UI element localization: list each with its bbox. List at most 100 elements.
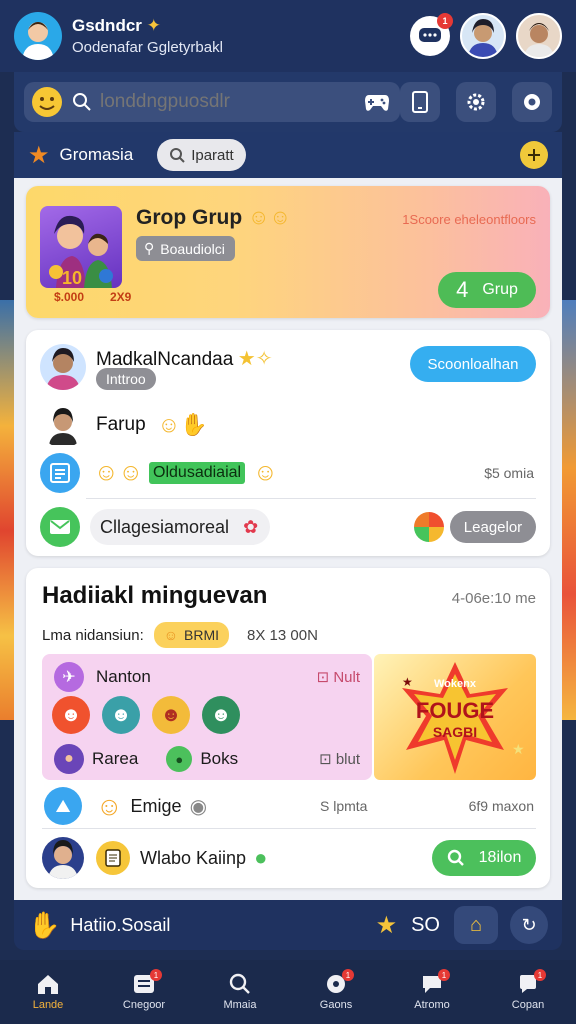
promo-top: Wokenx xyxy=(434,678,476,690)
emoji-row[interactable]: ⛰ ☺ Emige ◉ S lpmta 6f9 maxon xyxy=(26,784,550,828)
person-icon xyxy=(46,348,80,390)
group-chip[interactable]: ⚲ Boaudiolci xyxy=(136,236,235,261)
header-subtitle: Oodenafar Ggletyrbakl xyxy=(72,39,223,56)
add-button[interactable] xyxy=(520,141,548,169)
user-row[interactable]: Wlabo Kaiinp ● 18ilon xyxy=(26,834,550,882)
group-title: Grop Grup ☺☺ xyxy=(136,206,291,230)
document-icon xyxy=(105,849,121,867)
bottom-nav: Lande 1 Cnegoor Mmaia 1 Gaons 1 Atromo 1… xyxy=(0,960,576,1024)
header-title-text: Gsdndcr xyxy=(72,16,142,35)
nav-badge: 1 xyxy=(150,969,162,981)
game-avatar[interactable]: ☻ xyxy=(202,696,240,734)
sparkle-icon: ★✧ xyxy=(237,347,273,370)
sync-icon: ↻ xyxy=(521,914,537,935)
category-row: ★ Gromasia Iparatt xyxy=(14,132,562,178)
join-group-label: Grup xyxy=(482,281,518,298)
settings-button[interactable] xyxy=(512,82,552,122)
nav-badge: 1 xyxy=(534,969,546,981)
nav-category[interactable]: 1 Cnegoor xyxy=(104,969,184,1011)
nav-profile[interactable]: 1 Copan xyxy=(488,969,568,1011)
chat-button[interactable]: 1 xyxy=(410,13,453,56)
friend-info: MadkalNcandaa ★✧ Inttroo xyxy=(96,346,272,390)
shop-button[interactable]: ⌂ xyxy=(454,906,498,944)
category-label: Gromasia xyxy=(59,145,134,164)
action-button[interactable]: Scoonloalhan xyxy=(410,346,536,382)
participant-label-2: Boks xyxy=(200,749,239,768)
game-avatar[interactable]: ☻ xyxy=(152,696,190,734)
group-score: 1Scoore eheleontfloors xyxy=(402,212,536,227)
participant-tag: ⊡ blut xyxy=(319,750,360,768)
tag-icon: ⊡ xyxy=(319,751,332,768)
sync-button[interactable]: ↻ xyxy=(510,906,548,944)
character-icon: ☻ xyxy=(210,703,232,726)
refresh-icon[interactable]: SO xyxy=(411,914,440,937)
search-icon xyxy=(447,849,464,866)
join-button[interactable]: 18ilon xyxy=(432,840,536,876)
participant-label: Nanton xyxy=(96,667,151,686)
person-icon xyxy=(48,840,78,879)
league-button[interactable]: Leagelor xyxy=(450,511,536,543)
search-input[interactable] xyxy=(100,91,364,113)
character-icon: ☻ xyxy=(160,703,182,726)
main-feed: 10 $.000 2X9 Grop Grup ☺☺ ⚲ Boaudiolci 1… xyxy=(14,178,562,900)
event-meta-chip[interactable]: ☺ BRMI xyxy=(153,622,230,648)
star-icon: ★ xyxy=(28,141,50,169)
participant-row: ✈ Nanton xyxy=(54,662,151,692)
coin-price: $.000 xyxy=(54,290,85,304)
backdrop-right xyxy=(560,300,576,720)
character-icon: ☻ xyxy=(110,703,132,726)
coin-count: 2X9 xyxy=(110,290,132,304)
event-participants[interactable]: ✈ Nanton ⊡ Nult ☻ ☻ ☻ ☻ ● Rarea ● Boks ⊡… xyxy=(42,654,372,780)
smiley-icon xyxy=(32,87,62,117)
group-card[interactable]: 10 $.000 2X9 Grop Grup ☺☺ ⚲ Boaudiolci 1… xyxy=(26,186,550,318)
trophy-icon: ✋ xyxy=(28,909,61,940)
promo-main: FOUGE xyxy=(415,698,495,723)
event-title: Hadiiakl minguevan xyxy=(42,582,268,609)
game-avatar[interactable]: ☻ xyxy=(52,696,90,734)
news-button[interactable] xyxy=(40,453,80,493)
star-icon[interactable]: ★ xyxy=(376,911,398,940)
header-actions: 1 xyxy=(410,13,562,59)
group-chip-label: Boaudiolci xyxy=(160,240,225,257)
friend-avatar-1[interactable] xyxy=(460,13,506,59)
message-row[interactable]: Cllagesiamoreal ✿ Leagelor xyxy=(26,504,550,550)
event-meta-label: Lma nidansiun: xyxy=(42,626,144,644)
avatar-group: ☻ ☻ ☻ ☻ xyxy=(52,696,240,734)
category-chip[interactable]: Iparatt xyxy=(157,139,246,171)
gear-button[interactable] xyxy=(456,82,496,122)
profile-avatar[interactable] xyxy=(14,12,62,60)
tablet-button[interactable] xyxy=(400,82,440,122)
search-box[interactable] xyxy=(24,82,400,122)
promo-banner[interactable]: ★ ★ Wokenx FOUGE SAGBI xyxy=(374,654,536,780)
gamepad-icon[interactable] xyxy=(364,91,390,113)
link-icon: ⚲ xyxy=(144,240,155,256)
emoji-icon: ☺✋ xyxy=(157,412,208,437)
friend-name: MadkalNcandaa xyxy=(96,348,234,370)
mail-button[interactable] xyxy=(40,507,80,547)
promo-sub: SAGBI xyxy=(432,724,478,740)
participant-tag-label: blut xyxy=(335,751,360,768)
emoji-row-label: Emige xyxy=(130,795,182,816)
activity-row[interactable]: ☺☺ Oldusadiaial ☺ $5 omia xyxy=(26,448,550,498)
nav-label: Mmaia xyxy=(223,999,257,1011)
join-group-button[interactable]: 4 Grup xyxy=(438,272,536,308)
nav-search[interactable]: Mmaia xyxy=(200,973,280,1011)
nav-games[interactable]: 1 Gaons xyxy=(296,969,376,1011)
nav-messages[interactable]: 1 Atromo xyxy=(392,969,472,1011)
emoji-row-meta-left: S lpmta xyxy=(320,798,368,814)
nav-home[interactable]: Lande xyxy=(8,973,88,1011)
nav-label: Atromo xyxy=(414,999,450,1011)
friend-avatar-2[interactable] xyxy=(516,13,562,59)
nav-badge: 1 xyxy=(438,969,450,981)
emoji-pair-icon: ☺☺ xyxy=(94,459,144,486)
emoji-row-meta-right: 6f9 maxon xyxy=(468,798,534,814)
plane-icon: ✈ xyxy=(54,662,84,692)
social-bar: ✋ Hatiio.Sosail ★ SO ⌂ ↻ xyxy=(14,900,562,950)
message-pill[interactable]: Cllagesiamoreal ✿ xyxy=(90,509,271,545)
smiley-icon: ☺ xyxy=(253,459,278,486)
person-icon xyxy=(49,408,77,445)
friend-name-line: MadkalNcandaa ★✧ xyxy=(96,346,272,371)
emoji-pair-icon: ☺☺ xyxy=(248,206,291,229)
game-avatar[interactable]: ☻ xyxy=(102,696,140,734)
friend-row[interactable]: Farup ☺✋ xyxy=(26,402,550,448)
